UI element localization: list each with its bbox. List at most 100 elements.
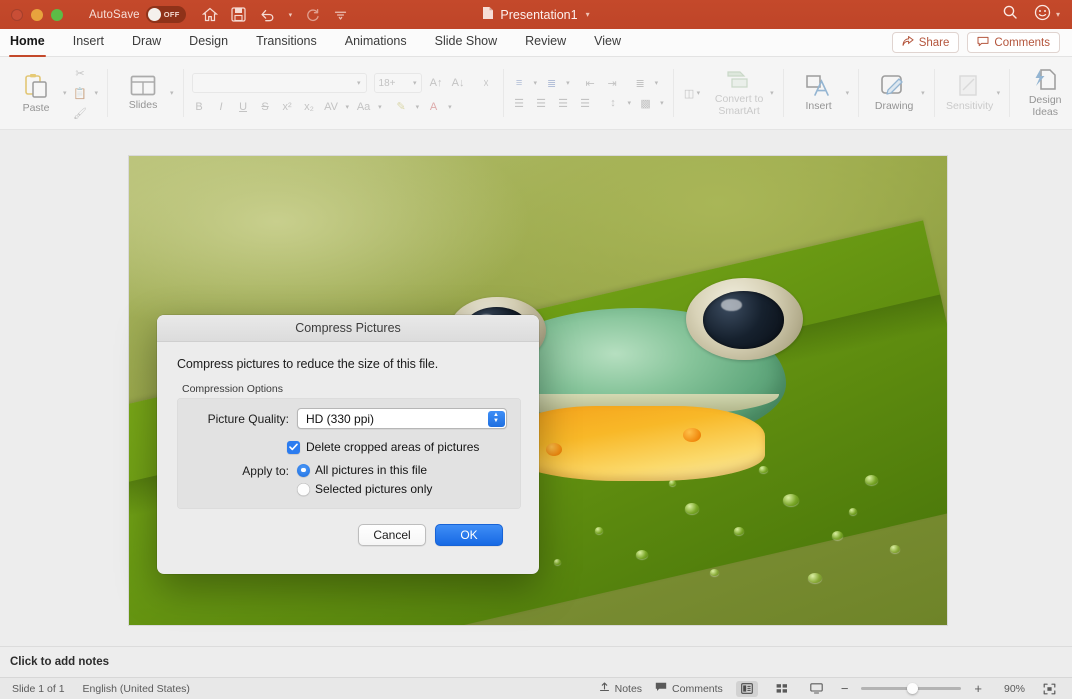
font-color-chevron-down-icon[interactable]: ▾ — [448, 103, 452, 111]
zoom-slider-handle[interactable] — [907, 683, 919, 694]
ok-button[interactable]: OK — [435, 524, 503, 546]
font-name-chevron-down-icon[interactable]: ▾ — [357, 79, 361, 87]
align-center-icon[interactable]: ☰ — [534, 97, 549, 110]
cut-icon[interactable]: ✂ — [73, 67, 88, 80]
bullets-chevron-down-icon[interactable]: ▾ — [534, 79, 538, 87]
autosave-toggle[interactable]: OFF — [145, 6, 186, 23]
slide-sorter-view-button[interactable] — [771, 681, 793, 697]
text-direction-icon[interactable]: ↕ — [606, 97, 621, 109]
close-window-button[interactable] — [11, 8, 23, 21]
strikethrough-button[interactable]: S — [258, 101, 273, 113]
delete-cropped-checkbox[interactable] — [287, 440, 300, 454]
tab-transitions[interactable]: Transitions — [256, 34, 317, 51]
customize-toolbar-icon[interactable] — [333, 8, 348, 22]
convert-to-smartart-button[interactable]: Convert to SmartArt — [708, 69, 770, 117]
maximize-window-button[interactable] — [51, 8, 63, 21]
tab-review[interactable]: Review — [525, 34, 566, 51]
notes-toggle-button[interactable]: Notes — [599, 681, 642, 696]
superscript-button[interactable]: x² — [280, 101, 295, 113]
language-label[interactable]: English (United States) — [83, 683, 190, 695]
bold-button[interactable]: B — [192, 101, 207, 113]
zoom-slider[interactable] — [861, 683, 962, 694]
autosave-control[interactable]: AutoSave OFF — [89, 6, 186, 23]
account-menu[interactable]: ▾ — [1034, 4, 1060, 26]
picture-quality-select[interactable]: HD (330 ppi) ▲ ▼ — [297, 408, 507, 429]
slides-chevron-down-icon[interactable]: ▾ — [170, 89, 174, 97]
change-case-chevron-down-icon[interactable]: ▾ — [378, 103, 382, 111]
subscript-button[interactable]: x₂ — [302, 101, 317, 113]
italic-button[interactable]: I — [214, 101, 229, 113]
bullets-icon[interactable]: ≡ — [512, 77, 527, 89]
undo-dropdown-chevron-icon[interactable]: ▾ — [289, 11, 293, 19]
slideshow-view-button[interactable] — [806, 681, 828, 697]
copy-icon[interactable]: 📋 — [73, 87, 88, 100]
delete-cropped-row[interactable]: Delete cropped areas of pictures — [177, 429, 521, 454]
font-size-chevron-down-icon[interactable]: ▾ — [413, 79, 417, 87]
tab-draw[interactable]: Draw — [132, 34, 161, 51]
cancel-button[interactable]: Cancel — [358, 524, 426, 546]
title-dropdown-chevron-icon[interactable]: ▾ — [586, 10, 590, 19]
numbering-icon[interactable]: ≣ — [544, 77, 559, 90]
justify-icon[interactable]: ☰ — [578, 97, 593, 110]
copy-chevron-down-icon[interactable]: ▾ — [95, 89, 99, 97]
paste-button[interactable]: Paste — [9, 72, 63, 114]
font-size-input[interactable]: 18+ ▾ — [373, 73, 422, 93]
search-icon[interactable] — [1002, 4, 1018, 25]
drawing-chevron-down-icon[interactable]: ▾ — [921, 89, 925, 97]
account-chevron-down-icon[interactable]: ▾ — [1056, 10, 1060, 19]
insert-button[interactable]: Insert — [792, 74, 846, 112]
underline-button[interactable]: U — [236, 101, 251, 113]
comments-button[interactable]: Comments — [967, 32, 1060, 53]
text-direction-chevron-down-icon[interactable]: ▾ — [628, 99, 632, 107]
tab-slide-show[interactable]: Slide Show — [435, 34, 498, 51]
numbering-chevron-down-icon[interactable]: ▾ — [566, 79, 570, 87]
share-button[interactable]: Share — [891, 32, 960, 53]
new-slide-button[interactable]: Slides — [116, 75, 170, 111]
decrease-indent-icon[interactable]: ⇤ — [583, 77, 598, 90]
columns-icon[interactable]: ◫ — [682, 87, 697, 100]
undo-icon[interactable] — [259, 8, 276, 22]
sensitivity-button[interactable]: Sensitivity — [943, 74, 997, 112]
columns-chevron-down-icon[interactable]: ▾ — [697, 89, 701, 97]
notes-pane[interactable]: Click to add notes — [0, 646, 1072, 677]
home-icon[interactable] — [201, 7, 218, 22]
tab-view[interactable]: View — [594, 34, 621, 51]
text-highlight-icon[interactable]: ✎ — [394, 100, 409, 113]
decrease-font-size-icon[interactable]: A↓ — [451, 77, 466, 89]
document-title-area[interactable]: Presentation1 ▾ — [386, 6, 686, 23]
align-text-chevron-down-icon[interactable]: ▾ — [660, 99, 664, 107]
align-text-icon[interactable]: ▩ — [638, 97, 653, 110]
minimize-window-button[interactable] — [31, 8, 43, 21]
highlight-chevron-down-icon[interactable]: ▾ — [416, 103, 420, 111]
font-color-icon[interactable]: A — [426, 101, 441, 113]
tab-animations[interactable]: Animations — [345, 34, 407, 51]
apply-all-pictures-option[interactable]: All pictures in this file — [297, 463, 432, 477]
font-name-input[interactable]: ▾ — [191, 73, 367, 93]
apply-selected-pictures-radio[interactable] — [297, 482, 310, 496]
drawing-button[interactable]: Drawing — [867, 74, 921, 112]
change-case-button[interactable]: Aa — [356, 101, 371, 113]
increase-font-size-icon[interactable]: A↑ — [429, 77, 444, 89]
clear-formatting-icon[interactable]: ☓ — [479, 77, 494, 90]
format-painter-icon[interactable]: 🖌 — [73, 107, 88, 120]
character-spacing-button[interactable]: AV — [324, 101, 339, 113]
line-spacing-icon[interactable]: ≣ — [633, 77, 648, 90]
paste-chevron-down-icon[interactable]: ▾ — [63, 89, 67, 97]
align-left-icon[interactable]: ☰ — [512, 97, 527, 110]
line-spacing-chevron-down-icon[interactable]: ▾ — [655, 79, 659, 87]
zoom-in-button[interactable]: + — [974, 681, 982, 696]
tab-home[interactable]: Home — [9, 34, 46, 57]
save-icon[interactable] — [231, 7, 246, 22]
comments-toggle-button[interactable]: Comments — [655, 682, 723, 695]
sensitivity-chevron-down-icon[interactable]: ▾ — [997, 89, 1001, 97]
picture-quality-stepper-icon[interactable]: ▲ ▼ — [487, 410, 505, 427]
tab-insert[interactable]: Insert — [73, 34, 104, 51]
character-spacing-chevron-down-icon[interactable]: ▾ — [346, 103, 350, 111]
normal-view-button[interactable] — [735, 680, 758, 697]
apply-selected-pictures-option[interactable]: Selected pictures only — [297, 482, 432, 496]
design-ideas-button[interactable]: Design Ideas — [1018, 68, 1072, 118]
increase-indent-icon[interactable]: ⇥ — [605, 77, 620, 90]
zoom-out-button[interactable]: − — [841, 681, 849, 696]
insert-chevron-down-icon[interactable]: ▾ — [846, 89, 850, 97]
tab-design[interactable]: Design — [189, 34, 228, 51]
